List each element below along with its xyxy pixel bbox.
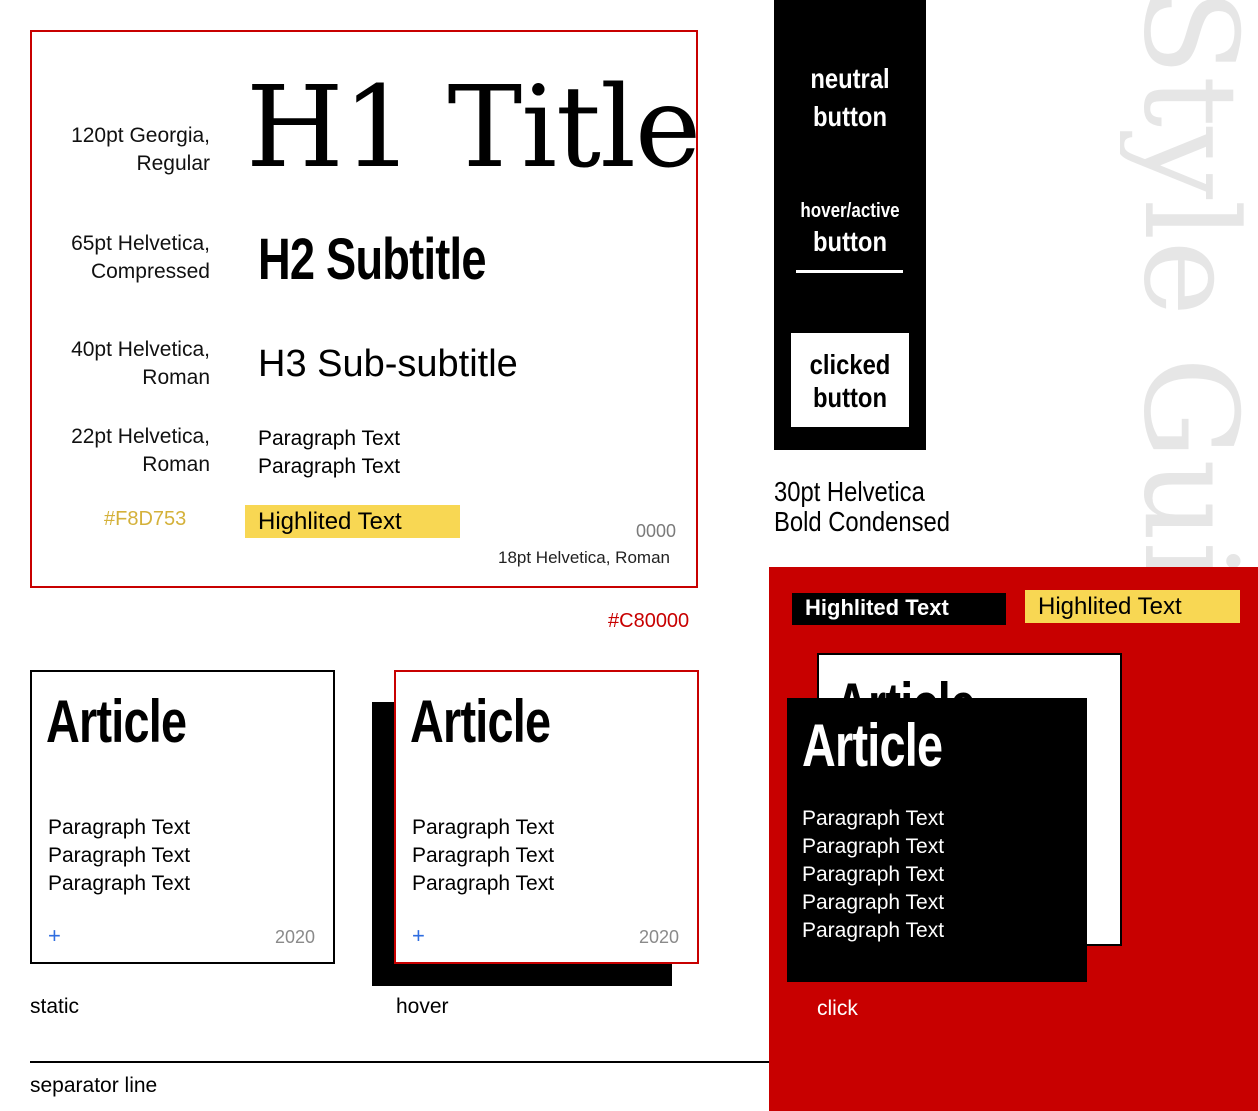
h3-subsubtitle-sample: H3 Sub-subtitle [258,343,518,385]
h1-title-sample: H1 Title [246,63,701,193]
h1-spec-line-2: Regular [136,152,210,175]
h2-spec-line-2: Compressed [90,260,210,283]
neutral-button-line-2: button [812,101,888,132]
h3-spec: 40pt Helvetica, Roman [20,336,210,392]
clicked-button-line-1: clicked [809,349,891,380]
h2-subtitle-sample: H2 Subtitle [258,227,486,292]
click-label: click [817,997,858,1020]
button-font-spec: 30pt Helvetica Bold Condensed [774,477,950,537]
small-text-spec: 18pt Helvetica, Roman [498,548,670,567]
yellow-color-code: #F8D753 [104,508,187,530]
page-title-text: Style Guide [1120,0,1258,568]
paragraph-spec-line-2: Roman [142,453,210,476]
card-paragraph-line: Paragraph Text [48,844,191,867]
neutral-button[interactable]: neutral button [785,60,914,136]
hover-button-line-2: button [812,226,888,257]
card-paragraph-line: Paragraph Text [802,891,945,914]
neutral-button-line-1: neutral [810,63,890,94]
card-paragraph-line: Paragraph Text [48,816,191,839]
paragraph-spec-line-1: 22pt Helvetica, [71,425,210,448]
h2-spec-line-1: 65pt Helvetica, [71,232,210,255]
card-paragraph-line: Paragraph Text [802,807,945,830]
card-paragraph-line: Paragraph Text [48,872,191,895]
card-paragraphs: Paragraph Text Paragraph Text Paragraph … [48,814,190,898]
red-color-code: #C80000 [608,610,690,632]
separator-label: separator line [30,1074,158,1097]
highlighted-text-black: Highlited Text [792,593,1006,625]
button-spec-line-1: 30pt Helvetica [774,476,925,507]
paragraph-spec: 22pt Helvetica, Roman [20,423,210,479]
plus-icon[interactable]: + [412,925,425,947]
card-title: Article [410,688,551,755]
card-paragraph-line: Paragraph Text [412,816,555,839]
static-label: static [30,995,80,1018]
h3-spec-line-1: 40pt Helvetica, [71,338,210,361]
h3-spec-line-2: Roman [142,366,210,389]
clicked-button-label: clicked button [785,348,914,414]
paragraph-sample: Paragraph Text Paragraph Text [258,425,400,481]
paragraph-line: Paragraph Text [258,427,401,450]
small-code: 0000 [636,521,677,541]
highlighted-text-yellow: Highlited Text [245,505,460,538]
card-paragraph-line: Paragraph Text [802,863,945,886]
card-title: Article [46,688,187,755]
button-spec-line-2: Bold Condensed [774,506,950,537]
hover-label: hover [396,995,449,1018]
h1-spec-line-1: 120pt Georgia, [71,124,210,147]
card-paragraph-line: Paragraph Text [412,872,555,895]
plus-icon[interactable]: + [48,925,61,947]
card-paragraph-line: Paragraph Text [802,835,945,858]
hover-underline [796,270,903,273]
card-paragraphs: Paragraph Text Paragraph Text Paragraph … [412,814,554,898]
card-paragraph-line: Paragraph Text [412,844,555,867]
clicked-button-line-2: button [812,382,888,413]
card-title: Article [802,712,943,779]
card-paragraph-line: Paragraph Text [802,919,945,942]
page-title: Style Guide [1120,0,1258,568]
h1-spec: 120pt Georgia, Regular [20,122,210,178]
card-year: 2020 [639,927,680,947]
paragraph-line: Paragraph Text [258,455,401,478]
h2-spec: 65pt Helvetica, Compressed [20,230,210,286]
card-year: 2020 [275,927,316,947]
hover-button-line-1: hover/active [800,200,900,222]
card-paragraphs: Paragraph Text Paragraph Text Paragraph … [802,805,944,945]
hover-active-button[interactable]: hover/active button [785,198,914,260]
highlighted-text-yellow-alt: Highlited Text [1025,590,1240,623]
